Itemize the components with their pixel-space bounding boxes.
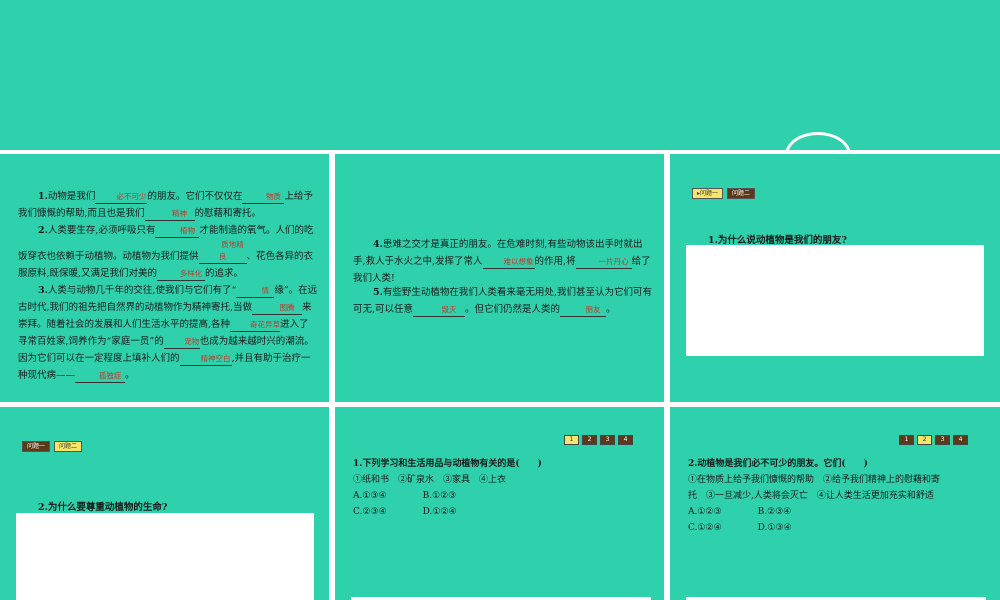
slide-panel-2: 4.患难之交才是真正的朋友。在危难时刻,有些动物该出手时就出手,救人于水火之中,… [335, 154, 664, 402]
text: 。但它们仍然是人类的 [465, 304, 561, 315]
page-tab-3[interactable]: 3 [600, 435, 615, 445]
answer-blank: 质地精良 [198, 239, 247, 264]
answer-blank: 植物 [155, 225, 200, 238]
slide-panel-5: 1 2 3 4 1.下列学习和生活用品与动植物有关的是( ) ①纸和书 ②矿泉水… [335, 407, 664, 600]
answer-box[interactable] [16, 513, 314, 600]
item-number: 4. [373, 239, 383, 250]
page-tab-1[interactable]: 1 [564, 435, 579, 445]
question-title: 2.为什么要尊重动植物的生命? [38, 502, 168, 513]
text: 人类与动物几千年的交往,使我们与它们有了“ [47, 285, 237, 296]
page-number-tabs: 1 2 3 4 [564, 435, 633, 445]
answer-blank: 图腾 [252, 302, 303, 315]
answer-blank: 多样化 [157, 268, 206, 281]
text: 的作用,将 [534, 256, 576, 267]
answer-choices-cd[interactable]: C.①②④ D.①③④ [688, 520, 792, 536]
item-number: 5. [373, 287, 383, 298]
question-options: ①纸和书 ②矿泉水 ③家具 ④上衣 [353, 475, 507, 485]
page-tab-3[interactable]: 3 [935, 435, 950, 445]
text: 的朋友。它们不仅仅在 [147, 191, 243, 202]
slide-panel-3: ▸问题一 问题二 1.为什么说动植物是我们的朋友? [670, 154, 1000, 402]
top-banner [0, 0, 1000, 152]
text: 动物是我们 [47, 191, 96, 202]
answer-blank: 一片丹心 [575, 256, 632, 269]
answer-choices-ab[interactable]: A.①③④ B.①②③ [353, 488, 456, 504]
answer-blank: 宠物 [163, 336, 200, 349]
paragraph-2: 2.人类要生存,必须呼吸只有 植物 才能制造的氧气。人们的吃饭穿衣也依赖于动植物。动… [18, 222, 318, 282]
text: 。 [125, 370, 135, 381]
paragraph-1: 1.动物是我们 必不可少的朋友。它们不仅仅在 物质 上给予我们慷慨的帮助,而且也是我们… [18, 188, 318, 222]
answer-blank: 精神空白 [179, 353, 232, 366]
page-tab-4[interactable]: 4 [618, 435, 633, 445]
answer-blank: 物质 [242, 191, 285, 204]
answer-blank: 孤独症 [75, 370, 126, 383]
answer-choices-cd[interactable]: C.②③④ D.①②④ [353, 504, 457, 520]
paragraph-4: 4.患难之交才是真正的朋友。在危难时刻,有些动物该出手时就出手,救人于水火之中,… [353, 236, 653, 287]
answer-blank: 难以想象 [482, 256, 535, 269]
tab-question-2[interactable]: 问题二 [54, 441, 83, 452]
decorative-arc [785, 132, 851, 152]
item-number: 1. [38, 191, 48, 202]
page-number-tabs: 1 2 3 4 [899, 435, 968, 445]
page-tab-2[interactable]: 2 [917, 435, 932, 445]
tab-question-2[interactable]: 问题二 [727, 188, 756, 199]
item-number: 3. [38, 285, 48, 296]
tab-question-1[interactable]: ▸问题一 [692, 188, 724, 199]
question-tabs: 问题一 问题二 [22, 441, 83, 452]
text: 的追求。 [205, 268, 244, 279]
item-number: 2. [38, 225, 48, 236]
slide-panel-6: 1 2 3 4 2.动植物是我们必不可少的朋友。它们( ) ①在物质上给予我们慷… [670, 407, 1000, 600]
answer-box[interactable] [686, 245, 984, 356]
paragraph-3: 3.人类与动物几千年的交往,使我们与它们有了“ 情缘”。在远古时代,我们的祖先把自… [18, 282, 318, 384]
answer-blank: 必不可少 [95, 191, 148, 204]
slide-panel-4: 问题一 问题二 2.为什么要尊重动植物的生命? [0, 407, 329, 600]
question-options-line-1: ①在物质上给予我们慷慨的帮助 ②给予我们精神上的慰藉和寄 [688, 475, 941, 485]
question-stem: 1.下列学习和生活用品与动植物有关的是( ) [353, 459, 542, 469]
question-options-line-2: 托 ③一旦减少,人类将会灭亡 ④让人类生活更加充实和舒适 [688, 491, 934, 501]
answer-blank: 情 [236, 285, 275, 298]
text: 。 [606, 304, 616, 315]
text: 的慰藉和寄托。 [194, 208, 262, 219]
answer-choices-ab[interactable]: A.①②③ B.②③④ [688, 504, 791, 520]
question-tabs: ▸问题一 问题二 [692, 188, 756, 199]
page-tab-4[interactable]: 4 [953, 435, 968, 445]
answer-blank: 精神 [144, 208, 195, 221]
answer-blank: 奇花异草 [230, 319, 281, 332]
page-tab-1[interactable]: 1 [899, 435, 914, 445]
page-tab-2[interactable]: 2 [582, 435, 597, 445]
question-stem: 2.动植物是我们必不可少的朋友。它们( ) [688, 459, 868, 469]
text: 人类要生存,必须呼吸只有 [47, 225, 156, 236]
paragraph-5: 5.有些野生动植物在我们人类看来毫无用处,我们甚至认为它们可有可无,可以任意 毁灭… [353, 284, 653, 318]
slide-panel-1: 1.动物是我们 必不可少的朋友。它们不仅仅在 物质 上给予我们慷慨的帮助,而且也是我们… [0, 154, 329, 402]
answer-blank: 朋友 [560, 304, 607, 317]
tab-question-1[interactable]: 问题一 [22, 441, 51, 452]
question-title: 1.为什么说动植物是我们的朋友? [708, 235, 847, 246]
answer-blank: 毁灭 [413, 304, 466, 317]
